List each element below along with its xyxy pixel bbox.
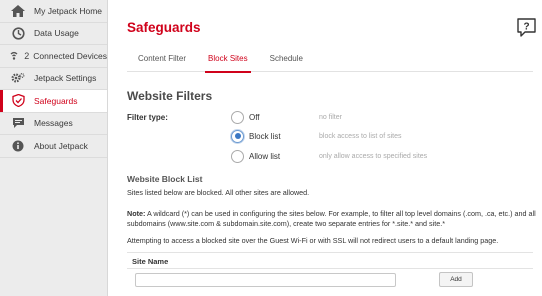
filter-option-desc: block access to list of sites bbox=[319, 132, 402, 140]
page-title: Safeguards bbox=[127, 20, 201, 35]
tab-content-filter[interactable]: Content Filter bbox=[127, 48, 197, 72]
website-block-list-heading: Website Block List bbox=[127, 174, 203, 184]
sidebar-item-safeguards[interactable]: Safeguards bbox=[0, 90, 107, 113]
sidebar-item-label: Data Usage bbox=[34, 28, 79, 39]
filter-type-label: Filter type: bbox=[127, 113, 168, 122]
filter-option-desc: only allow access to specified sites bbox=[319, 152, 428, 160]
guest-wifi-warning: Attempting to access a blocked site over… bbox=[127, 236, 499, 245]
tab-schedule[interactable]: Schedule bbox=[259, 48, 314, 72]
gear-icon bbox=[10, 71, 26, 85]
tab-bar: Content Filter Block Sites Schedule bbox=[127, 48, 533, 73]
filter-option-off: Off no filter bbox=[231, 110, 342, 124]
sidebar-item-label: Safeguards bbox=[34, 95, 78, 106]
main-content: Safeguards ? Content Filter Block Sites … bbox=[109, 0, 542, 296]
help-icon[interactable]: ? bbox=[517, 18, 536, 37]
filter-allow-list-radio[interactable] bbox=[231, 149, 244, 163]
site-table-header: Site Name bbox=[127, 252, 533, 269]
filter-option-desc: no filter bbox=[319, 113, 342, 121]
info-icon bbox=[10, 139, 26, 153]
sidebar-item-connected-devices[interactable]: 2 Connected Devices bbox=[0, 45, 107, 68]
sidebar-item-messages[interactable]: Messages bbox=[0, 113, 107, 135]
filter-off-radio[interactable] bbox=[231, 110, 244, 124]
site-name-column-header: Site Name bbox=[132, 257, 169, 266]
sidebar-item-jetpack-settings[interactable]: Jetpack Settings bbox=[0, 68, 107, 90]
sidebar-item-my-jetpack-home[interactable]: My Jetpack Home bbox=[0, 0, 107, 23]
devices-icon bbox=[10, 49, 22, 63]
site-name-input[interactable] bbox=[135, 273, 396, 287]
tab-block-sites[interactable]: Block Sites bbox=[197, 48, 259, 73]
sidebar-item-about-jetpack[interactable]: About Jetpack bbox=[0, 135, 107, 158]
filter-block-list-radio[interactable] bbox=[231, 129, 244, 143]
filter-option-label: Off bbox=[249, 112, 260, 122]
filter-option-allow-list: Allow list only allow access to specifie… bbox=[231, 149, 427, 163]
filter-option-label: Allow list bbox=[249, 151, 281, 161]
sidebar-item-label: Connected Devices bbox=[33, 50, 107, 61]
note-label: Note: bbox=[127, 209, 146, 218]
home-icon bbox=[10, 4, 26, 18]
filter-option-block-list: Block list block access to list of sites bbox=[231, 129, 401, 143]
website-filters-heading: Website Filters bbox=[127, 89, 213, 103]
sidebar-item-label: About Jetpack bbox=[34, 140, 88, 151]
messages-icon bbox=[10, 116, 26, 130]
sidebar-item-label: My Jetpack Home bbox=[34, 5, 103, 16]
add-site-button[interactable]: Add bbox=[439, 272, 473, 287]
safeguards-icon bbox=[10, 94, 26, 108]
wildcard-note: Note: A wildcard (*) can be used in conf… bbox=[127, 209, 537, 229]
note-text: A wildcard (*) can be used in configurin… bbox=[127, 209, 536, 228]
sidebar-item-label: Messages bbox=[34, 118, 73, 129]
sidebar: My Jetpack Home Data Usage 2 Connected D… bbox=[0, 0, 108, 296]
filter-option-label: Block list bbox=[249, 131, 281, 141]
help-icon-glyph: ? bbox=[523, 22, 529, 33]
sidebar-item-label: Jetpack Settings bbox=[34, 73, 97, 84]
sidebar-item-data-usage[interactable]: Data Usage bbox=[0, 23, 107, 45]
connected-devices-count: 2 bbox=[24, 50, 30, 61]
data-usage-icon bbox=[10, 26, 26, 40]
block-list-intro: Sites listed below are blocked. All othe… bbox=[127, 188, 310, 197]
